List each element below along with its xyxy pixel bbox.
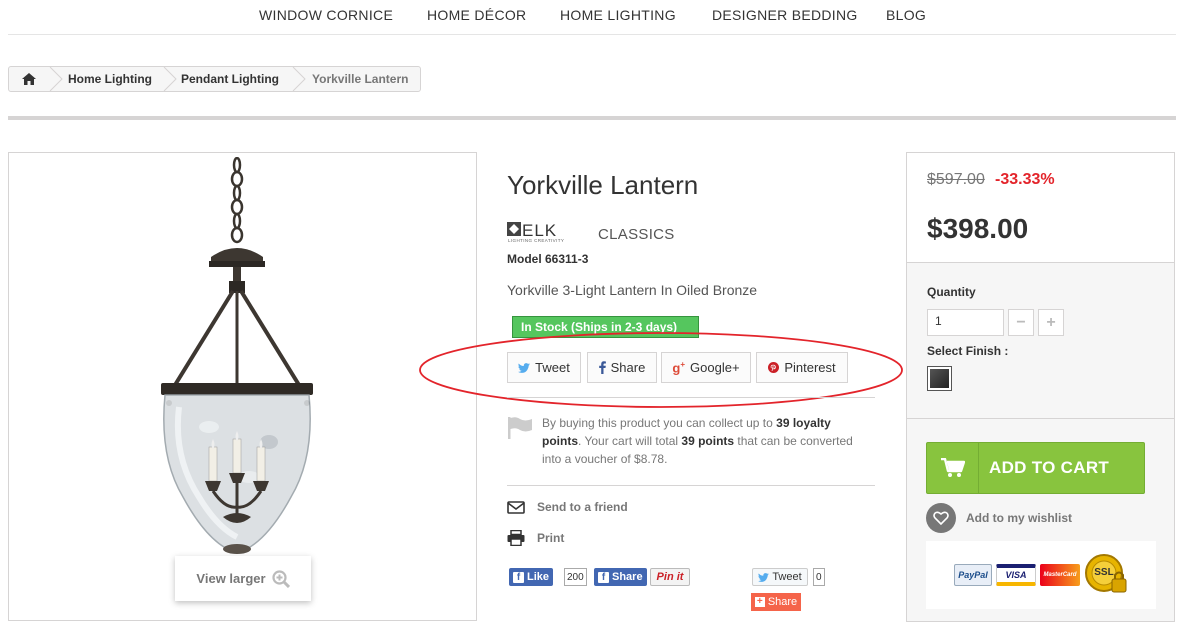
breadcrumb-pendant-lighting[interactable]: Pendant Lighting xyxy=(181,72,279,86)
ssl-label: SSL xyxy=(1094,567,1114,578)
share-label: Share xyxy=(610,360,646,375)
facebook-share-button[interactable]: Share xyxy=(587,352,657,383)
old-price: $597.00 xyxy=(927,171,985,188)
print-label: Print xyxy=(537,531,565,545)
pin-it-button[interactable]: Pin it xyxy=(650,568,690,586)
google-plus-button[interactable]: g+ Google+ xyxy=(661,352,751,383)
product-title: Yorkville Lantern xyxy=(507,170,699,200)
mastercard-logo: MasterCard xyxy=(1040,564,1080,586)
breadcrumb-home[interactable] xyxy=(9,67,49,91)
finish-label: Select Finish : xyxy=(927,344,1009,358)
loyalty-text: By buying this product you can collect u… xyxy=(542,414,872,468)
quantity-label: Quantity xyxy=(927,285,976,299)
product-image xyxy=(161,157,313,554)
plus-icon: + xyxy=(754,597,765,607)
nav-designer-bedding[interactable]: DESIGNER BEDDING xyxy=(712,7,858,23)
share-widget-button[interactable]: + Share xyxy=(751,593,801,611)
view-larger-label: View larger xyxy=(196,571,266,586)
nav-home-lighting[interactable]: HOME LIGHTING xyxy=(560,7,676,23)
stock-status-badge: In Stock (Ships in 2-3 days) xyxy=(512,316,699,338)
zoom-in-icon xyxy=(271,569,290,588)
current-price: $398.00 xyxy=(927,213,1029,244)
section-divider xyxy=(8,116,1176,120)
twitter-icon xyxy=(758,572,770,582)
print-icon xyxy=(507,530,525,546)
facebook-icon: f xyxy=(598,571,609,583)
divider xyxy=(907,418,1174,419)
brand-logo-tagline: LIGHTING CREATIVITY xyxy=(508,238,564,243)
loyalty-pre: By buying this product you can collect u… xyxy=(542,416,777,430)
product-model: Model 66311-3 xyxy=(507,252,589,266)
home-icon xyxy=(22,73,36,85)
breadcrumb-current: Yorkville Lantern xyxy=(312,72,409,86)
tweet-count: 0 xyxy=(813,568,825,586)
tweet-label: Tweet xyxy=(535,360,570,375)
top-navigation: WINDOW CORNICE HOME DÉCOR HOME LIGHTING … xyxy=(0,0,1193,34)
breadcrumb: Home Lighting Pendant Lighting Yorkville… xyxy=(8,66,421,92)
paypal-logo: PayPal xyxy=(954,564,992,586)
tweet-button[interactable]: Tweet xyxy=(507,352,581,383)
loyalty-mid: . Your cart will total xyxy=(578,434,682,448)
facebook-share-widget[interactable]: f Share xyxy=(594,568,647,586)
pinterest-button[interactable]: Pinterest xyxy=(756,352,848,383)
tweet-widget-label: Tweet xyxy=(772,571,802,583)
cart-icon xyxy=(940,458,965,477)
pinterest-label: Pinterest xyxy=(784,360,836,375)
loyalty-total-points: 39 points xyxy=(681,434,735,448)
quantity-decrease-button[interactable]: − xyxy=(1008,309,1034,336)
plus-icon: + xyxy=(1046,313,1056,331)
price-header: $597.00 -33.33% $398.00 xyxy=(907,153,1174,263)
quantity-increase-button[interactable]: + xyxy=(1038,309,1064,336)
send-to-friend-link[interactable]: Send to a friend xyxy=(507,500,628,514)
product-image-box[interactable]: View larger xyxy=(8,152,477,621)
breadcrumb-separator xyxy=(163,67,177,91)
add-to-cart-button[interactable]: ADD TO CART xyxy=(926,442,1145,494)
quantity-input[interactable]: 1 xyxy=(927,309,1004,336)
add-to-cart-label: ADD TO CART xyxy=(989,458,1110,477)
facebook-share-label: Share xyxy=(612,571,643,583)
discount-badge: -33.33% xyxy=(995,171,1055,188)
envelope-icon xyxy=(507,500,525,514)
facebook-like-button[interactable]: f Like xyxy=(509,568,554,586)
breadcrumb-home-lighting[interactable]: Home Lighting xyxy=(68,72,152,86)
nav-divider xyxy=(8,34,1176,35)
facebook-icon: f xyxy=(513,571,524,583)
google-plus-label: Google+ xyxy=(690,360,740,375)
brand-name[interactable]: CLASSICS xyxy=(598,226,675,243)
nav-home-decor[interactable]: HOME DÉCOR xyxy=(427,7,526,23)
breadcrumb-separator xyxy=(49,67,63,91)
flag-icon xyxy=(508,417,532,439)
finish-swatch-oiled-bronze[interactable] xyxy=(927,366,952,391)
minus-icon: − xyxy=(1016,313,1026,331)
print-link[interactable]: Print xyxy=(507,530,564,546)
ssl-badge: SSL xyxy=(1084,553,1128,597)
payment-logos: PayPal VISA MasterCard SSL xyxy=(926,541,1156,609)
facebook-icon xyxy=(598,361,606,374)
send-to-friend-label: Send to a friend xyxy=(537,500,628,514)
divider xyxy=(507,485,875,486)
wishlist-label: Add to my wishlist xyxy=(966,511,1073,525)
nav-blog[interactable]: BLOG xyxy=(886,7,926,23)
facebook-like-label: Like xyxy=(527,571,550,583)
price-panel: $597.00 -33.33% $398.00 Quantity 1 − + S… xyxy=(906,152,1175,622)
google-plus-icon: g+ xyxy=(672,359,686,376)
brand-logo[interactable]: ELK LIGHTING CREATIVITY xyxy=(507,221,589,243)
breadcrumb-separator xyxy=(292,67,306,91)
product-short-description: Yorkville 3-Light Lantern In Oiled Bronz… xyxy=(507,282,758,298)
pinterest-icon xyxy=(768,362,780,373)
facebook-like-count: 200 xyxy=(564,568,587,586)
view-larger-button[interactable]: View larger xyxy=(175,556,311,601)
cart-icon-wrap xyxy=(927,443,979,493)
twitter-icon xyxy=(518,362,531,373)
divider xyxy=(507,397,875,398)
share-widget-label: Share xyxy=(767,596,798,608)
heart-icon xyxy=(926,503,956,533)
nav-window-cornice[interactable]: WINDOW CORNICE xyxy=(259,7,393,23)
visa-logo: VISA xyxy=(996,564,1036,586)
tweet-widget[interactable]: Tweet xyxy=(752,568,808,586)
add-to-wishlist-link[interactable]: Add to my wishlist xyxy=(926,503,1072,533)
